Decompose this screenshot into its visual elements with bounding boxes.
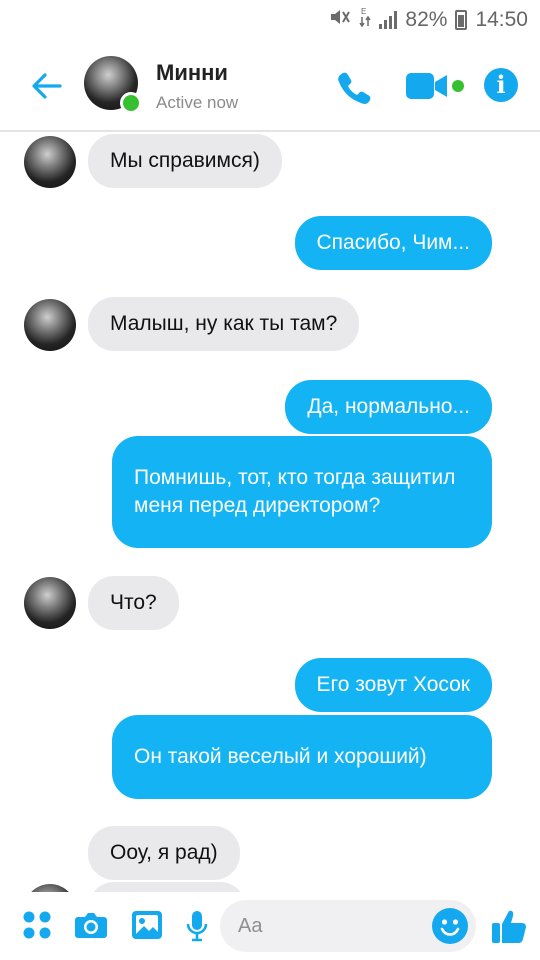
- conversation-header: Минни Active now i: [0, 38, 540, 132]
- back-arrow-icon[interactable]: [26, 66, 66, 106]
- message-bubble-incoming[interactable]: Ооу, я рад): [88, 826, 240, 880]
- mute-icon: [329, 7, 351, 32]
- contact-name[interactable]: Минни: [156, 60, 228, 86]
- message-bubble-incoming-partial[interactable]: [88, 882, 246, 892]
- message-bubble-outgoing[interactable]: Он такой веселый и хороший): [112, 715, 492, 799]
- message-bubble-outgoing[interactable]: Помнишь, тот, кто тогда защитил меня пер…: [112, 436, 492, 548]
- microphone-icon[interactable]: [185, 910, 209, 947]
- message-list[interactable]: Мы справимся) Спасибо, Чим... Малыш, ну …: [0, 132, 540, 892]
- message-bubble-incoming[interactable]: Мы справимся): [88, 134, 282, 188]
- sender-avatar[interactable]: [24, 577, 76, 629]
- message-bubble-incoming[interactable]: Малыш, ну как ты там?: [88, 297, 360, 351]
- status-bar: E 82% 14:50: [0, 0, 540, 38]
- camera-icon[interactable]: [74, 910, 108, 945]
- video-camera-icon[interactable]: [406, 70, 468, 102]
- phone-icon[interactable]: [334, 68, 374, 108]
- smiley-icon[interactable]: [432, 908, 468, 944]
- signal-strength-icon: [379, 10, 398, 29]
- sender-avatar[interactable]: [24, 299, 76, 351]
- contact-status: Active now: [156, 93, 239, 112]
- battery-percent: 82%: [405, 7, 448, 31]
- message-composer: [0, 892, 540, 960]
- message-bubble-outgoing[interactable]: Спасибо, Чим...: [294, 216, 492, 270]
- contact-avatar[interactable]: [84, 56, 142, 114]
- clock: 14:50: [475, 7, 528, 31]
- svg-text:E: E: [361, 7, 366, 16]
- message-bubble-incoming[interactable]: Что?: [88, 576, 179, 630]
- grid-dots-icon[interactable]: [22, 910, 52, 945]
- sender-avatar[interactable]: [24, 884, 76, 892]
- image-icon[interactable]: [131, 910, 163, 945]
- active-status-dot: [120, 92, 142, 114]
- message-bubble-outgoing[interactable]: Да, нормально...: [285, 380, 492, 434]
- battery-icon: [455, 9, 468, 30]
- status-bar-indicators: E 82% 14:50: [329, 6, 528, 33]
- thumbs-up-icon[interactable]: [490, 906, 530, 946]
- data-transfer-icon: E: [359, 6, 372, 33]
- info-icon[interactable]: i: [484, 68, 518, 102]
- sender-avatar[interactable]: [24, 136, 76, 188]
- message-bubble-outgoing[interactable]: Его зовут Хосок: [294, 658, 492, 712]
